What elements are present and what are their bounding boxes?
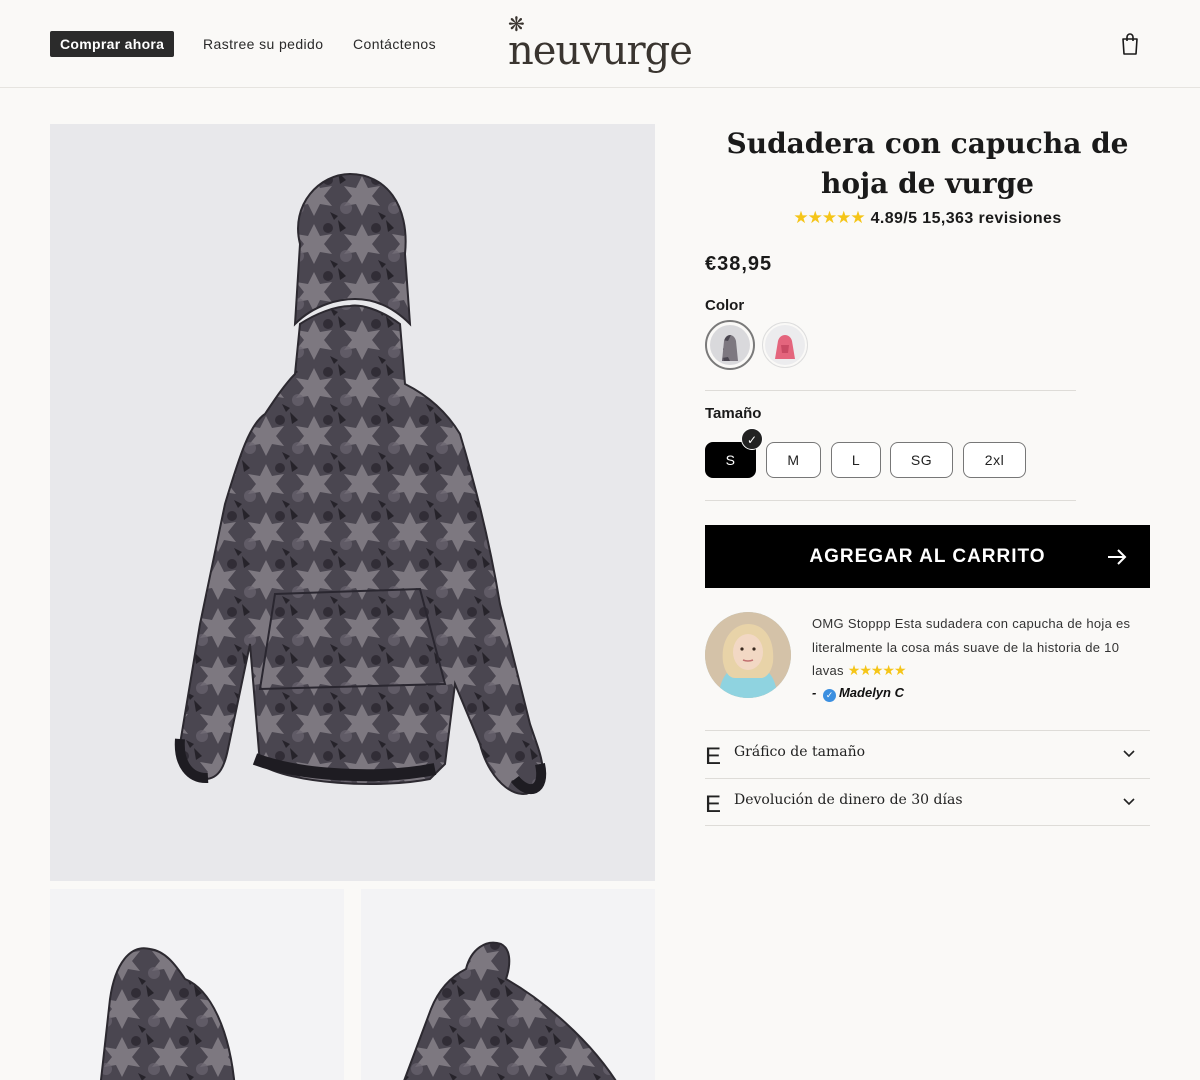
logo-text: neuvurge bbox=[508, 28, 693, 74]
size-option-m[interactable]: M bbox=[766, 442, 821, 478]
site-header: Comprar ahora Rastree su pedido Contácte… bbox=[0, 0, 1200, 88]
ruler-icon: E bbox=[705, 743, 722, 770]
product-thumbnail-2[interactable] bbox=[361, 889, 655, 1080]
rating[interactable]: ★★★★★ 4.89/5 15,363 revisiones bbox=[705, 208, 1150, 228]
size-option-2xl[interactable]: 2xl bbox=[963, 442, 1026, 478]
accordion-money-back[interactable]: E Devolución de dinero de 30 días bbox=[705, 778, 1150, 826]
nav-contact[interactable]: Contáctenos bbox=[353, 31, 436, 57]
color-swatch-pink[interactable] bbox=[762, 322, 808, 368]
size-option-l[interactable]: L bbox=[831, 442, 881, 478]
shopping-bag-icon[interactable] bbox=[1118, 32, 1142, 56]
author-dash: - bbox=[812, 685, 817, 700]
review-author: - ✓ Madelyn C bbox=[812, 685, 904, 702]
chevron-down-icon bbox=[1123, 798, 1135, 806]
product-title: Sudadera con capucha de hoja de vurge bbox=[726, 127, 1129, 200]
nav-shop-now[interactable]: Comprar ahora bbox=[50, 31, 175, 57]
add-to-cart-label: AGREGAR AL CARRITO bbox=[809, 546, 1046, 567]
accordion-label: Gráfico de tamaño bbox=[734, 744, 866, 760]
color-label: Color bbox=[705, 297, 745, 314]
product-thumbnail-1[interactable] bbox=[50, 889, 344, 1080]
hoodie-thumb-illustration bbox=[50, 889, 344, 1080]
logo[interactable]: ❋ neuvurge bbox=[500, 14, 700, 80]
accordion-label: Devolución de dinero de 30 días bbox=[734, 792, 963, 808]
color-swatch-leaf[interactable] bbox=[705, 320, 755, 370]
swatch-image bbox=[765, 325, 805, 365]
size-option-sg[interactable]: SG bbox=[890, 442, 953, 478]
hoodie-illustration bbox=[50, 124, 655, 881]
nav-track-order[interactable]: Rastree su pedido bbox=[203, 31, 323, 57]
hoodie-thumb-illustration bbox=[361, 889, 655, 1080]
arrow-right-icon bbox=[1108, 549, 1127, 565]
return-icon: E bbox=[705, 791, 722, 818]
rating-stars: ★★★★★ bbox=[793, 208, 865, 227]
reviewer-avatar bbox=[705, 612, 791, 698]
size-label: Tamaño bbox=[705, 405, 762, 422]
add-to-cart-button[interactable]: AGREGAR AL CARRITO bbox=[705, 525, 1150, 588]
chevron-down-icon bbox=[1123, 750, 1135, 758]
divider bbox=[705, 500, 1076, 501]
product-main-image[interactable] bbox=[50, 124, 655, 881]
accordion-size-chart[interactable]: E Gráfico de tamaño bbox=[705, 730, 1150, 778]
review-stars: ★★★★★ bbox=[847, 662, 907, 678]
divider bbox=[705, 390, 1076, 391]
verified-icon: ✓ bbox=[822, 689, 836, 702]
rating-text: 4.89/5 15,363 revisiones bbox=[870, 210, 1062, 227]
review-text: OMG Stoppp Esta sudadera con capucha de … bbox=[812, 612, 1152, 683]
swatch-image bbox=[710, 325, 750, 365]
product-price: €38,95 bbox=[705, 253, 773, 275]
checkmark-icon: ✓ bbox=[741, 428, 763, 450]
author-name: Madelyn C bbox=[838, 685, 904, 700]
